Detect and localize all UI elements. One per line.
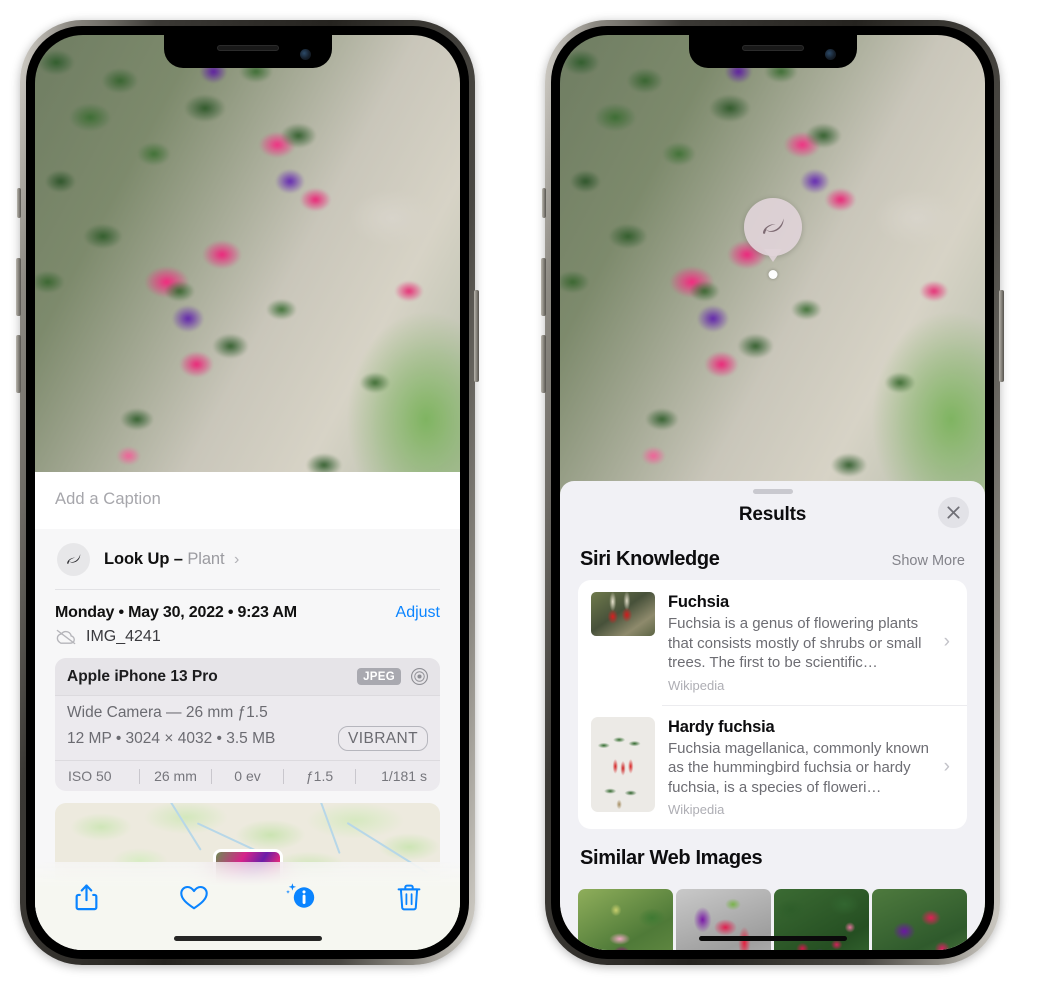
- look-up-dash: –: [173, 550, 183, 568]
- exif-settings-row: ISO 50 26 mm 0 ev ƒ1.5 1/181 s: [55, 760, 440, 791]
- volume-up-button[interactable]: [16, 258, 21, 316]
- badge-anchor-dot: [768, 270, 777, 279]
- exif-focal: 26 mm: [154, 768, 197, 784]
- knowledge-source: Wikipedia: [668, 677, 725, 693]
- favorite-button[interactable]: [173, 876, 215, 918]
- heart-icon: [179, 885, 208, 909]
- results-header: Results: [560, 494, 985, 530]
- earpiece-speaker: [741, 45, 804, 51]
- delete-button[interactable]: [388, 876, 430, 918]
- chevron-right-icon: ›: [233, 551, 240, 568]
- exif-shutter: 1/181 s: [381, 768, 427, 784]
- icloud-slash-icon: [56, 629, 76, 645]
- screen-left: Add a Caption ✦ ✦ Look Up – Plant: [35, 35, 460, 950]
- exif-header: Apple iPhone 13 Pro JPEG: [55, 658, 440, 696]
- chevron-right-icon: ›: [943, 631, 950, 653]
- volume-down-button[interactable]: [16, 335, 21, 393]
- knowledge-source: Wikipedia: [668, 802, 725, 817]
- info-button[interactable]: [280, 876, 322, 918]
- look-up-text: Look Up: [104, 550, 170, 568]
- trash-icon: [397, 884, 421, 910]
- exif-iso: ISO 50: [68, 768, 112, 784]
- knowledge-thumbnail: [591, 592, 655, 636]
- knowledge-title: Fuchsia: [668, 593, 729, 611]
- caption-input[interactable]: Add a Caption: [35, 472, 460, 529]
- notch-right: [688, 35, 857, 68]
- map-river: [311, 803, 341, 854]
- knowledge-thumbnail: [591, 716, 655, 812]
- sparkle-icon-large: ✦: [35, 522, 36, 539]
- info-sparkle-icon: [286, 883, 315, 908]
- photographic-style-badge: VIBRANT: [338, 726, 428, 751]
- look-up-subject: Plant: [187, 550, 225, 568]
- visual-lookup-badge[interactable]: [743, 198, 802, 279]
- front-camera-icon: [299, 49, 311, 60]
- silent-switch[interactable]: [542, 188, 546, 218]
- photo-date: Monday • May 30, 2022 • 9:23 AM: [55, 604, 297, 621]
- siri-knowledge-card: Fuchsia Fuchsia is a genus of flowering …: [578, 580, 967, 829]
- chevron-right-icon: ›: [943, 755, 950, 777]
- section-title: Similar Web Images: [580, 847, 763, 869]
- leaf-icon: [743, 198, 802, 256]
- phone-bezel-right: Results Siri Knowledge Show More Fuchsia…: [551, 26, 994, 959]
- aperture-icon: [411, 668, 428, 685]
- map-river: [152, 803, 202, 851]
- notch-left: [163, 35, 332, 68]
- earpiece-speaker: [216, 45, 279, 51]
- volume-down-button[interactable]: [541, 335, 546, 393]
- look-up-label: Look Up – Plant ›: [104, 550, 239, 569]
- screen-right: Results Siri Knowledge Show More Fuchsia…: [560, 35, 985, 950]
- badge-pointer: [763, 249, 782, 262]
- volume-up-button[interactable]: [541, 258, 546, 316]
- screenshot-stage: Add a Caption ✦ ✦ Look Up – Plant: [0, 0, 1055, 985]
- similar-web-images-header: Similar Web Images: [560, 829, 985, 879]
- home-indicator[interactable]: [173, 936, 322, 941]
- look-up-row[interactable]: ✦ ✦ Look Up – Plant ›: [35, 522, 460, 590]
- results-sheet: Results Siri Knowledge Show More Fuchsia…: [560, 481, 985, 950]
- power-button[interactable]: [999, 290, 1004, 382]
- sheet-title: Results: [738, 504, 807, 525]
- section-title: Siri Knowledge: [580, 548, 720, 570]
- knowledge-description: Fuchsia is a genus of flowering plants t…: [668, 615, 922, 671]
- list-item[interactable]: Hardy fuchsia Fuchsia magellanica, commo…: [578, 704, 967, 830]
- lens-line: Wide Camera — 26 mm ƒ1.5: [67, 704, 268, 721]
- silent-switch[interactable]: [17, 188, 21, 218]
- photo-date-row: Monday • May 30, 2022 • 9:23 AM Adjust: [35, 590, 460, 624]
- file-row: IMG_4241: [35, 624, 460, 658]
- home-indicator[interactable]: [698, 936, 847, 941]
- exif-exposure: 0 ev: [234, 768, 261, 784]
- phone-bezel-left: Add a Caption ✦ ✦ Look Up – Plant: [26, 26, 469, 959]
- leaf-icon: [57, 543, 90, 576]
- list-item[interactable]: Fuchsia Fuchsia is a genus of flowering …: [578, 580, 967, 705]
- phone-right: Results Siri Knowledge Show More Fuchsia…: [541, 20, 1004, 965]
- share-button[interactable]: [65, 876, 107, 918]
- power-button[interactable]: [474, 290, 479, 382]
- file-name: IMG_4241: [86, 628, 161, 645]
- siri-knowledge-header: Siri Knowledge Show More: [560, 530, 985, 580]
- show-more-button[interactable]: Show More: [892, 553, 965, 569]
- device-name: Apple iPhone 13 Pro: [67, 667, 218, 685]
- phone-left: Add a Caption ✦ ✦ Look Up – Plant: [16, 20, 479, 965]
- knowledge-description: Fuchsia magellanica, commonly known as t…: [668, 739, 929, 796]
- front-camera-icon: [824, 49, 836, 60]
- close-button[interactable]: [938, 497, 969, 528]
- web-image-thumbnail[interactable]: [578, 889, 673, 950]
- exif-body: Wide Camera — 26 mm ƒ1.5 12 MP • 3024 × …: [55, 696, 440, 760]
- knowledge-title: Hardy fuchsia: [668, 717, 775, 736]
- adjust-button[interactable]: Adjust: [396, 604, 440, 622]
- exif-aperture: ƒ1.5: [305, 768, 334, 784]
- close-icon: [947, 506, 960, 519]
- exif-card: Apple iPhone 13 Pro JPEG Wide Camera — 2…: [55, 658, 440, 791]
- resolution-line: 12 MP • 3024 × 4032 • 3.5 MB: [67, 729, 276, 747]
- format-badge: JPEG: [357, 668, 401, 685]
- share-icon: [75, 883, 97, 910]
- web-image-thumbnail[interactable]: [872, 889, 967, 950]
